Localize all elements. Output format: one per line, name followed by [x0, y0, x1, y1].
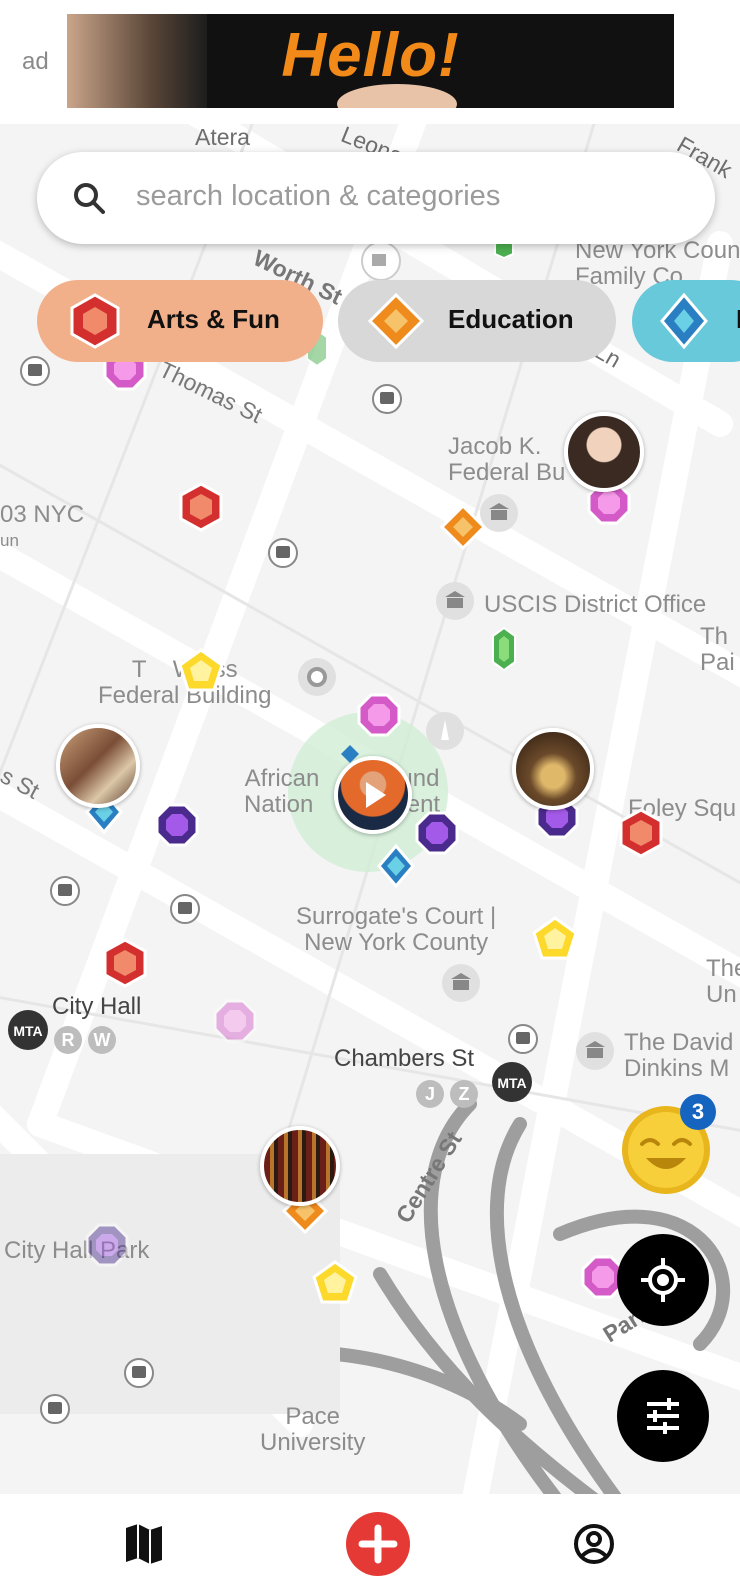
label-david-dinkins: The David Dinkins M: [624, 1029, 734, 1082]
label-pace-university: Pace University: [260, 1403, 366, 1456]
blue-diamond-marker-icon[interactable]: [340, 744, 360, 764]
filter-button[interactable]: [617, 1370, 709, 1462]
subway-lines-city-hall: RW: [54, 1026, 116, 1054]
pink-octagon-marker-icon[interactable]: [212, 998, 258, 1044]
category-chip-label: Arts & Fun: [147, 304, 280, 334]
government-building-icon[interactable]: [434, 580, 476, 622]
category-chip-education[interactable]: Education: [338, 280, 616, 362]
label-jacob-k: Jacob K. Federal Bu: [448, 433, 566, 486]
map-icon: [126, 1524, 162, 1564]
subway-lines-chambers: JZ: [416, 1080, 478, 1108]
pink-octagon-marker-icon[interactable]: [356, 692, 402, 738]
bus-stop-icon[interactable]: [268, 538, 298, 568]
search-icon: [74, 183, 105, 214]
label-the-un: The Un: [706, 955, 740, 1008]
subway-line-badge: J: [416, 1080, 444, 1108]
add-icon: [346, 1512, 410, 1576]
bus-stop-icon[interactable]: [170, 894, 200, 924]
bus-stop-icon[interactable]: [20, 356, 50, 386]
user-avatar[interactable]: [564, 412, 644, 492]
cafe-icon[interactable]: [360, 240, 402, 282]
label-atera: Atera: [195, 124, 250, 150]
purple-octagon-marker-icon[interactable]: [84, 1222, 130, 1268]
user-avatar[interactable]: [56, 724, 140, 808]
subway-line-badge: R: [54, 1026, 82, 1054]
my-location-button[interactable]: [617, 1234, 709, 1326]
search-bar[interactable]: search location & categories: [37, 152, 715, 244]
label-un: un: [0, 531, 19, 550]
user-avatar[interactable]: [260, 1126, 340, 1206]
government-building-icon[interactable]: [440, 962, 482, 1004]
bus-stop-icon[interactable]: [124, 1358, 154, 1388]
bus-stop-icon[interactable]: [372, 384, 402, 414]
play-icon: [366, 782, 386, 808]
ad-label: ad: [22, 48, 49, 75]
notification-badge: 3: [680, 1094, 716, 1130]
user-avatar[interactable]: [512, 728, 594, 810]
label-surrogates-court: Surrogate's Court | New York County: [296, 903, 497, 956]
label-uscis: USCIS District Office: [484, 591, 707, 618]
subway-line-badge: W: [88, 1026, 116, 1054]
yellow-pentagon-marker-icon[interactable]: [178, 648, 224, 692]
red-hexagon-marker-icon[interactable]: [618, 808, 664, 858]
monument-icon[interactable]: [424, 710, 466, 752]
profile-icon: [574, 1524, 614, 1564]
crosshair-location-icon: [641, 1258, 685, 1302]
yellow-pentagon-marker-icon[interactable]: [532, 916, 578, 960]
category-chip-label: E: [736, 304, 740, 335]
nav-map[interactable]: [108, 1508, 180, 1580]
label-03-nyc: 03 NYC: [0, 501, 85, 528]
category-chip-arts-fun[interactable]: Arts & Fun: [37, 280, 323, 362]
ad-banner[interactable]: Hello!: [67, 14, 674, 108]
purple-octagon-marker-icon[interactable]: [414, 810, 460, 856]
subway-line-badge: Z: [450, 1080, 478, 1108]
subway-mta-icon[interactable]: MTA: [490, 1060, 534, 1104]
government-building-icon[interactable]: [574, 1030, 616, 1072]
current-user-video-avatar[interactable]: [334, 756, 412, 834]
purple-octagon-marker-icon[interactable]: [154, 802, 200, 848]
red-hexagon-icon: [70, 293, 120, 349]
orange-diamond-icon: [368, 293, 424, 349]
subway-mta-icon[interactable]: MTA: [6, 1008, 50, 1052]
ad-bar: ad Hello!: [0, 0, 740, 124]
orange-diamond-marker-icon[interactable]: [440, 504, 486, 550]
bus-stop-icon[interactable]: [50, 876, 80, 906]
nav-add-button[interactable]: [332, 1494, 428, 1590]
red-hexagon-marker-icon[interactable]: [178, 482, 224, 532]
ad-banner-text: Hello!: [281, 21, 460, 90]
category-chip-label: Education: [448, 304, 574, 334]
rewards-coin-button[interactable]: 3: [616, 1094, 720, 1200]
label-th-pai: Th Pai: [700, 623, 735, 676]
nav-profile[interactable]: [558, 1508, 630, 1580]
blue-diamond-marker-icon[interactable]: [376, 844, 416, 888]
green-marker-icon[interactable]: [490, 626, 518, 672]
sliders-filter-icon: [647, 1398, 679, 1434]
label-city-hall: City Hall: [52, 993, 142, 1020]
bus-stop-icon[interactable]: [508, 1024, 538, 1054]
place-pin-icon[interactable]: [296, 656, 338, 698]
label-chambers-st: Chambers St: [334, 1045, 475, 1072]
bus-stop-icon[interactable]: [40, 1394, 70, 1424]
category-chip-3[interactable]: E: [632, 280, 740, 362]
search-input[interactable]: search location & categories: [136, 180, 500, 213]
mta-text: MTA: [13, 1023, 42, 1039]
mta-text: MTA: [497, 1075, 526, 1091]
blue-diamond-icon: [660, 293, 708, 349]
red-hexagon-marker-icon[interactable]: [102, 938, 148, 988]
bottom-nav: [0, 1494, 740, 1594]
yellow-pentagon-marker-icon[interactable]: [312, 1260, 358, 1304]
